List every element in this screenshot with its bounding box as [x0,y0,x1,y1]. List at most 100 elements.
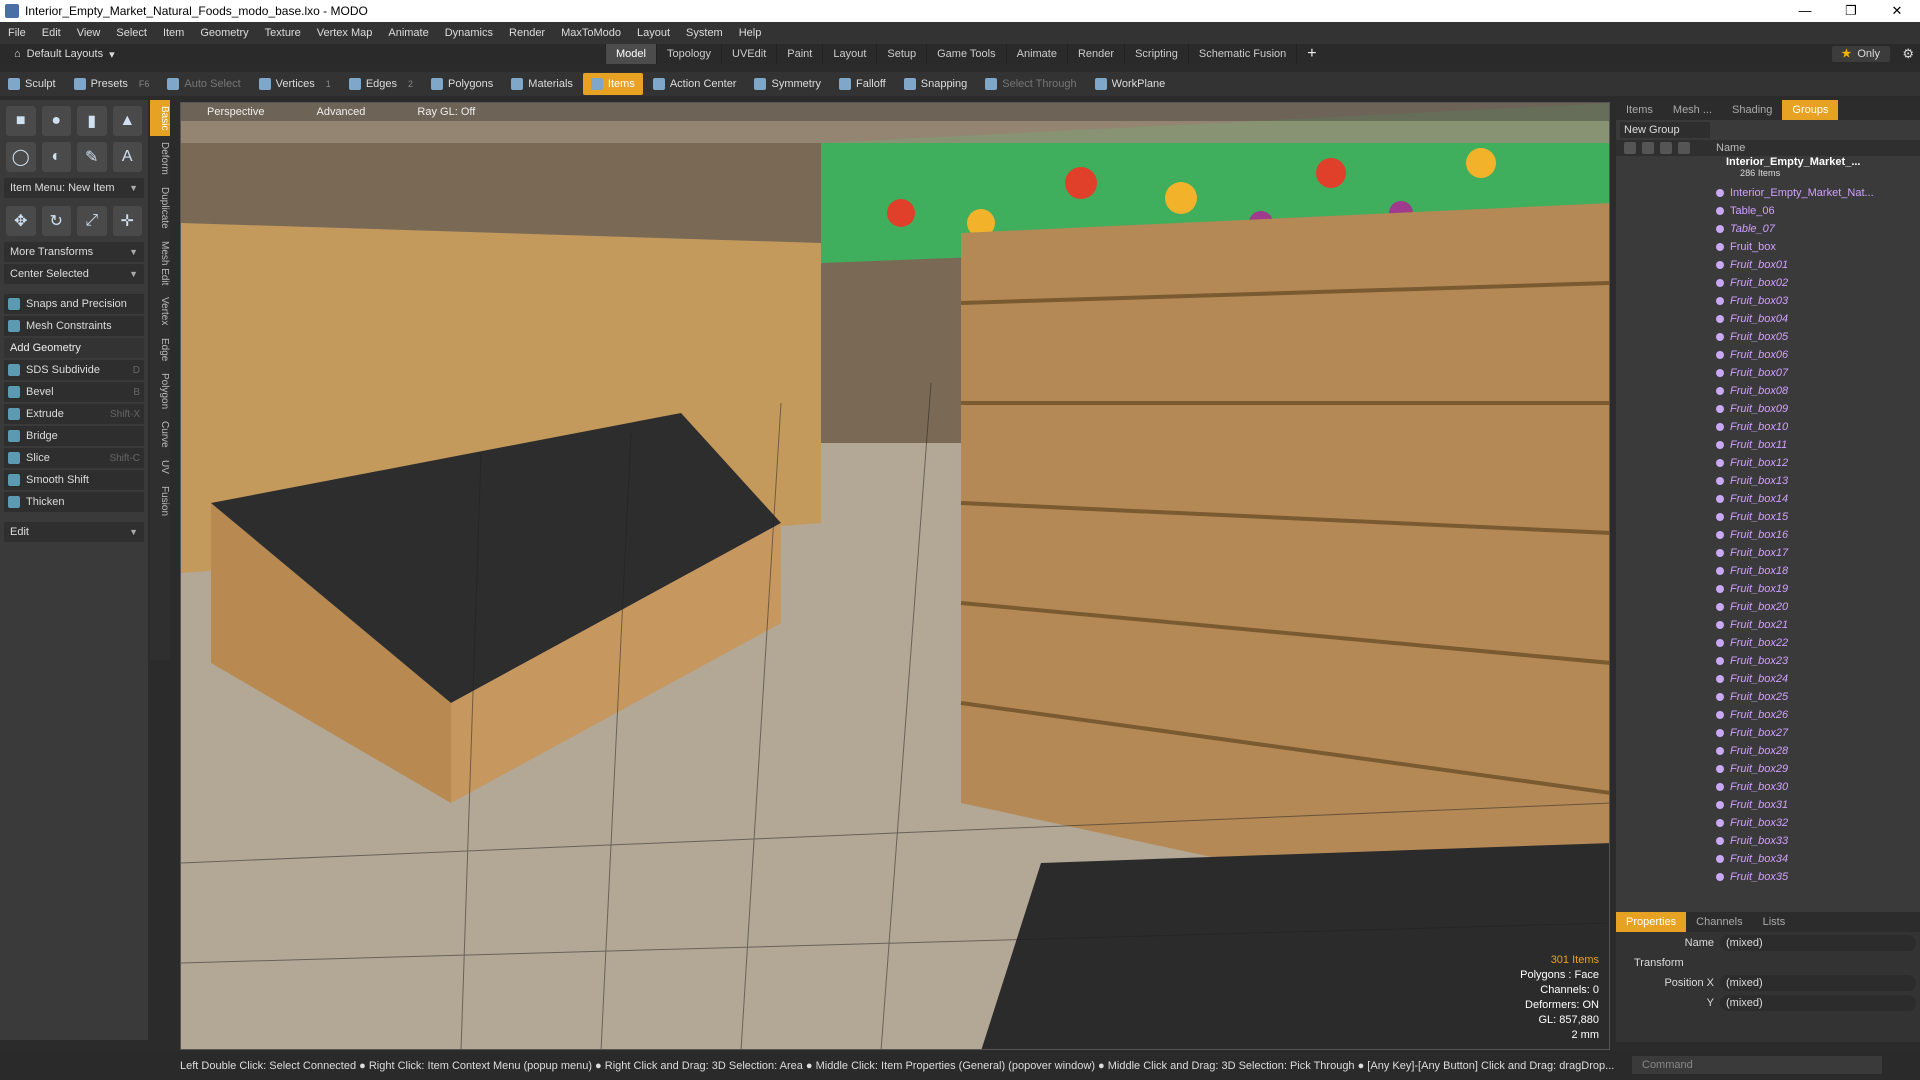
minimize-button[interactable]: — [1782,3,1828,19]
sds-subdivide-button[interactable]: SDS Subdivide D [4,360,144,380]
name-column-header[interactable]: Name [1716,142,1745,154]
cube-icon[interactable]: ■ [6,106,36,136]
select-icon[interactable] [1678,142,1690,154]
slice-button[interactable]: Slice Shift-C [4,448,144,468]
edges-button[interactable]: Edges 2 [341,73,421,95]
snaps-button[interactable]: Snaps and Precision [4,294,144,314]
list-item[interactable]: Fruit_box28 [1616,742,1920,760]
item-menu-dropdown[interactable]: Item Menu: New Item ▼ [4,178,144,198]
center-selected-dropdown[interactable]: Center Selected ▼ [4,264,144,284]
list-item[interactable]: Fruit_box05 [1616,328,1920,346]
edit-dropdown[interactable]: Edit ▼ [4,522,144,542]
group-row[interactable]: Interior_Empty_Market_... 286 Items [1616,156,1920,184]
vertices-button[interactable]: Vertices 1 [251,73,339,95]
list-item[interactable]: Fruit_box15 [1616,508,1920,526]
position-x-field[interactable]: (mixed) [1720,975,1916,991]
list-item[interactable]: Fruit_box18 [1616,562,1920,580]
materials-button[interactable]: Materials [503,73,581,95]
list-item[interactable]: Fruit_box25 [1616,688,1920,706]
add-geometry-header[interactable]: Add Geometry [4,338,144,358]
list-item[interactable]: Fruit_box09 [1616,400,1920,418]
vtab-fusion[interactable]: Fusion [150,480,170,522]
symmetry-button[interactable]: Symmetry [746,73,829,95]
tab-animate[interactable]: Animate [1005,44,1067,64]
tab-groups[interactable]: Groups [1782,100,1839,120]
sphere-icon[interactable]: ● [41,106,71,136]
auto-select-button[interactable]: Auto Select [159,73,248,95]
menu-view[interactable]: View [69,27,109,39]
capsule-icon[interactable]: ◐ [41,142,71,172]
tab-layout[interactable]: Layout [822,44,876,64]
transform-header[interactable]: Transform [1620,954,1916,972]
vtab-basic[interactable]: Basic [150,100,170,137]
list-item[interactable]: Fruit_box32 [1616,814,1920,832]
tab-game-tools[interactable]: Game Tools [926,44,1006,64]
tab-lists[interactable]: Lists [1753,912,1796,932]
tab-properties[interactable]: Properties [1616,912,1687,932]
bridge-button[interactable]: Bridge [4,426,144,446]
menu-dynamics[interactable]: Dynamics [437,27,501,39]
menu-texture[interactable]: Texture [257,27,309,39]
menu-select[interactable]: Select [108,27,155,39]
list-item[interactable]: Fruit_box19 [1616,580,1920,598]
menu-animate[interactable]: Animate [380,27,436,39]
vtab-vertex[interactable]: Vertex [150,291,170,331]
default-layouts-dropdown[interactable]: ⌂ Default Layouts ▾ [0,48,140,61]
menu-edit[interactable]: Edit [34,27,69,39]
only-toggle[interactable]: ★ Only [1831,46,1890,62]
menu-item[interactable]: Item [155,27,192,39]
3d-viewport[interactable]: Perspective Advanced Ray GL: Off 301 Ite… [180,102,1610,1050]
polygons-button[interactable]: Polygons [423,73,501,95]
tab-render[interactable]: Render [1066,44,1124,64]
list-item[interactable]: Fruit_box06 [1616,346,1920,364]
list-item[interactable]: Fruit_box10 [1616,418,1920,436]
command-input[interactable]: Command [1632,1056,1882,1074]
list-item[interactable]: Table_07 [1616,220,1920,238]
position-y-field[interactable]: (mixed) [1720,995,1916,1011]
bevel-button[interactable]: Bevel B [4,382,144,402]
pen-icon[interactable]: ✎ [77,142,107,172]
sculpt-button[interactable]: Sculpt [0,73,64,95]
list-item[interactable]: Fruit_box26 [1616,706,1920,724]
list-item[interactable]: Fruit_box30 [1616,778,1920,796]
list-item[interactable]: Interior_Empty_Market_Nat... [1616,184,1920,202]
list-item[interactable]: Fruit_box01 [1616,256,1920,274]
name-field[interactable]: (mixed) [1720,935,1916,951]
menu-render[interactable]: Render [501,27,553,39]
list-item[interactable]: Fruit_box14 [1616,490,1920,508]
vtab-duplicate[interactable]: Duplicate [150,181,170,235]
select-through-button[interactable]: Select Through [977,73,1084,95]
thicken-button[interactable]: Thicken [4,492,144,512]
list-item[interactable]: Fruit_box27 [1616,724,1920,742]
tab-topology[interactable]: Topology [655,44,721,64]
tab-scripting[interactable]: Scripting [1124,44,1188,64]
items-button[interactable]: Items [582,73,643,95]
list-item[interactable]: Table_06 [1616,202,1920,220]
lock-icon[interactable] [1660,142,1672,154]
vtab-edge[interactable]: Edge [150,332,170,367]
tab-schematic-fusion[interactable]: Schematic Fusion [1187,44,1296,64]
viewport-raygl[interactable]: Ray GL: Off [391,106,501,118]
vtab-polygon[interactable]: Polygon [150,367,170,415]
tab-uvedit[interactable]: UVEdit [721,44,776,64]
menu-layout[interactable]: Layout [629,27,678,39]
tab-shading[interactable]: Shading [1722,100,1782,120]
tab-channels[interactable]: Channels [1686,912,1752,932]
cone-icon[interactable]: ▲ [112,106,142,136]
vtab-deform[interactable]: Deform [150,136,170,181]
menu-system[interactable]: System [678,27,731,39]
list-item[interactable]: Fruit_box20 [1616,598,1920,616]
list-item[interactable]: Fruit_box07 [1616,364,1920,382]
viewport-advanced[interactable]: Advanced [290,106,391,118]
tab-setup[interactable]: Setup [876,44,926,64]
add-tab-icon[interactable]: + [1296,44,1326,64]
rotate-icon[interactable]: ↻ [41,206,71,236]
list-item[interactable]: Fruit_box33 [1616,832,1920,850]
presets-button[interactable]: Presets F6 [66,73,158,95]
torus-icon[interactable]: ◯ [6,142,36,172]
list-item[interactable]: Fruit_box03 [1616,292,1920,310]
tab-paint[interactable]: Paint [776,44,822,64]
maximize-button[interactable]: ❐ [1828,3,1874,19]
scale-icon[interactable]: ⤢ [77,206,107,236]
list-item[interactable]: Fruit_box17 [1616,544,1920,562]
